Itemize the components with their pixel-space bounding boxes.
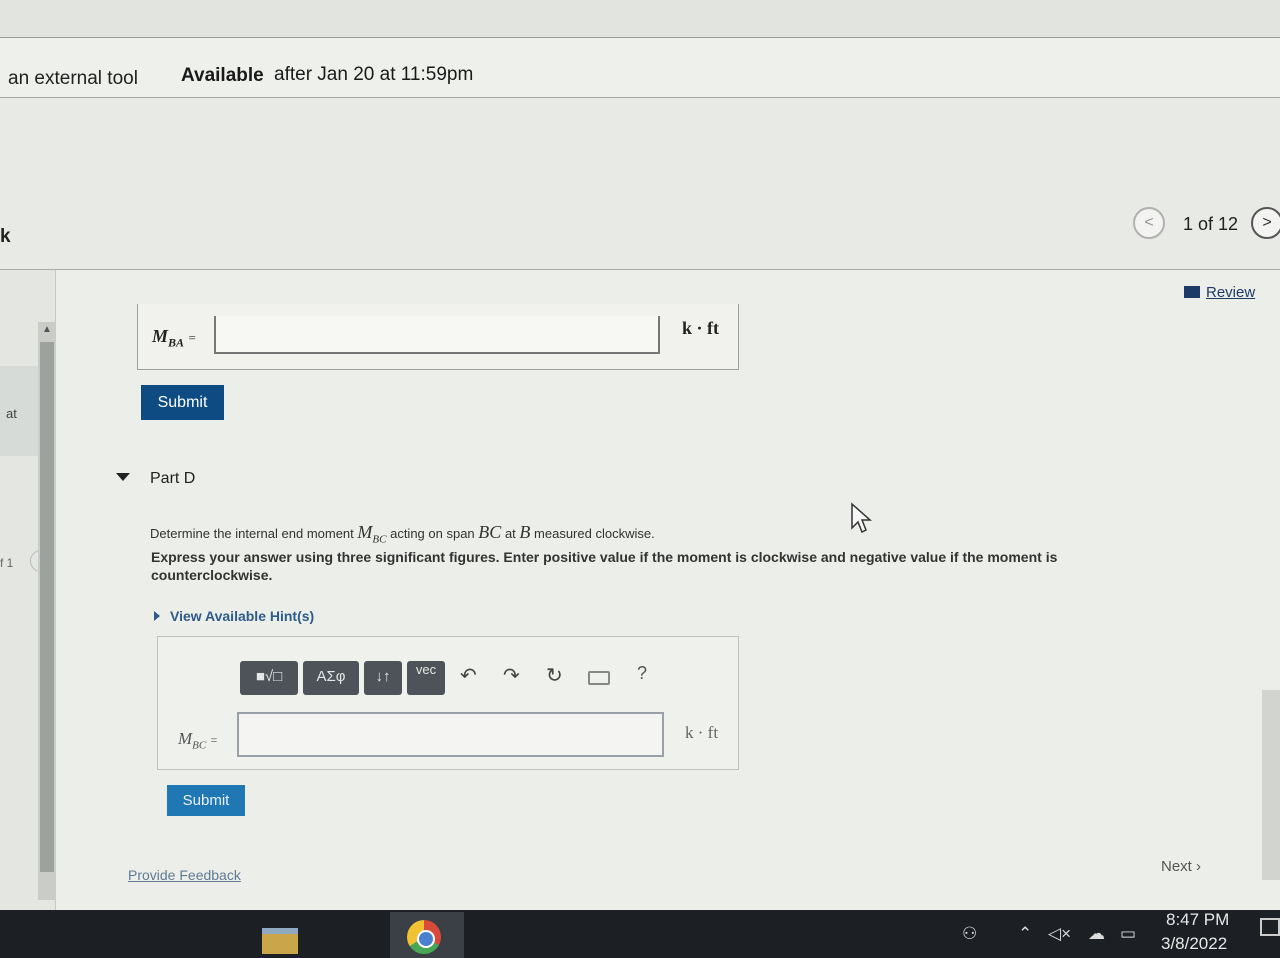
part-d-instructions: Express your answer using three signific… (151, 549, 1058, 583)
keyboard-icon[interactable] (588, 671, 610, 685)
sidebar-item-label: f 1 (0, 556, 14, 570)
assignment-header: k < 1 of 12 > (0, 98, 1280, 270)
vector-button[interactable]: vec (407, 661, 445, 695)
notifications-icon[interactable] (1260, 918, 1280, 936)
assignment-tool-text: an external tool (8, 68, 138, 89)
help-button[interactable]: ? (637, 663, 647, 684)
page-scrollbar[interactable] (1262, 690, 1280, 880)
previous-item-button[interactable]: < (1133, 207, 1165, 239)
redo-icon[interactable]: ↷ (503, 663, 520, 688)
file-explorer-icon[interactable] (262, 928, 298, 954)
part-c-submit-button[interactable]: Submit (141, 385, 224, 420)
templates-button[interactable]: ■√□ (240, 661, 298, 695)
problem-content: Review MBA = k · ft Submit Part D Determ… (56, 270, 1280, 910)
part-d-header[interactable]: Part D (116, 470, 195, 488)
scrollbar-thumb[interactable] (40, 342, 54, 872)
expand-arrow-icon (154, 611, 160, 621)
mouse-pointer-icon (851, 502, 872, 534)
part-c-answer-input[interactable] (214, 316, 660, 354)
point-symbol: B (519, 522, 531, 542)
browser-top-band (0, 0, 1280, 38)
sidebar-scrollbar[interactable]: ▲ ▼ (38, 322, 74, 900)
review-label: Review (1206, 284, 1256, 301)
item-counter: 1 of 12 (1183, 214, 1239, 234)
chrome-icon[interactable] (407, 920, 441, 954)
taskbar: ⚇ ⌃ ◁× ☁ ▭ 8:47 PM 3/8/2022 (0, 910, 1280, 958)
part-c-answer-box: MBA = k · ft (137, 304, 739, 370)
reset-icon[interactable]: ↻ (546, 663, 563, 688)
available-label: Available (181, 65, 264, 86)
assignment-info-bar: an external tool Available after Jan 20 … (0, 38, 1280, 98)
provide-feedback-link[interactable]: Provide Feedback (128, 867, 241, 883)
collapse-triangle-icon (116, 473, 130, 481)
part-d-answer-box: ■√□ ΑΣφ ↓↑ vec ↶ ↷ ↻ ? MBC = k · ft (157, 636, 739, 770)
part-d-answer-input[interactable] (237, 712, 664, 757)
view-hints-label: View Available Hint(s) (170, 608, 315, 624)
next-item-button[interactable]: > (1251, 207, 1280, 239)
available-date: after Jan 20 at 11:59pm (274, 64, 474, 85)
arrows-button[interactable]: ↓↑ (364, 661, 402, 695)
book-icon (1184, 286, 1200, 298)
muted-volume-icon[interactable]: ◁× (1048, 924, 1071, 944)
review-link[interactable]: Review (1184, 284, 1255, 301)
network-icon[interactable]: ▭ (1120, 924, 1136, 944)
span-symbol: BC (478, 522, 502, 542)
part-c-unit: k · ft (682, 318, 720, 338)
part-d-title: Part D (150, 470, 196, 487)
part-c-variable-label: MBA = (152, 326, 196, 350)
part-d-submit-button[interactable]: Submit (167, 785, 245, 816)
chevron-up-icon[interactable]: ⌃ (1018, 924, 1032, 944)
view-hints-link[interactable]: View Available Hint(s) (154, 608, 314, 624)
partial-title: k (0, 226, 11, 247)
moment-symbol: MBC (357, 522, 387, 546)
clock-time[interactable]: 8:47 PM (1166, 910, 1229, 930)
cloud-icon[interactable]: ☁ (1088, 924, 1105, 944)
part-d-variable-label: MBC = (178, 729, 218, 752)
people-icon[interactable]: ⚇ (962, 924, 977, 944)
part-d-question: Determine the internal end moment MBC ac… (150, 522, 655, 546)
undo-icon[interactable]: ↶ (460, 663, 477, 688)
scroll-up-icon[interactable]: ▲ (42, 324, 52, 335)
part-d-unit: k · ft (685, 723, 719, 742)
sidebar-tab-label: at (6, 406, 17, 421)
symbols-button[interactable]: ΑΣφ (303, 661, 359, 695)
next-link[interactable]: Next › (1161, 858, 1201, 875)
clock-date[interactable]: 3/8/2022 (1161, 934, 1227, 954)
